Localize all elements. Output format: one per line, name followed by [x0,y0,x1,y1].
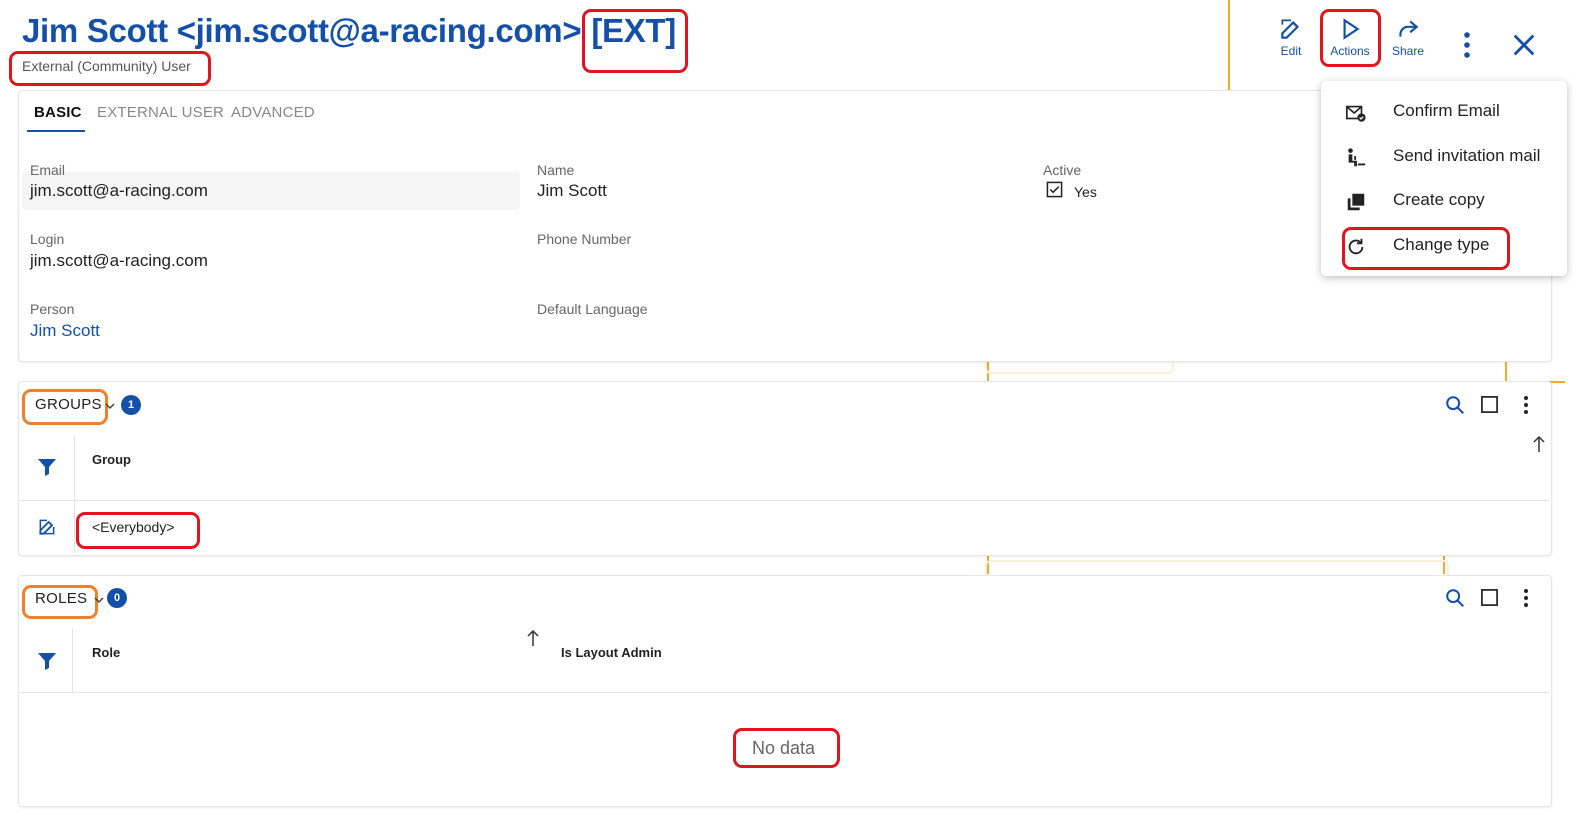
decor-line [1228,0,1230,90]
highlight-no-data [733,728,840,768]
login-value: jim.scott@a-racing.com [30,251,208,270]
search-icon [1446,396,1464,414]
confirm-email-icon [1345,102,1367,124]
language-label: Default Language [537,301,648,317]
roles-count-badge: 0 [107,588,127,608]
share-icon [1399,20,1419,37]
name-value: Jim Scott [537,181,607,200]
highlight-roles [22,585,98,619]
copy-icon [1345,191,1367,213]
close-icon [1513,34,1535,56]
email-value: jim.scott@a-racing.com [30,181,208,200]
menu-item-confirm-email[interactable]: Confirm Email [1321,90,1567,134]
highlight-change-type [1342,227,1510,270]
more-vert-icon [1464,32,1470,58]
edit-icon [1281,19,1300,39]
more-options-button[interactable] [1455,30,1479,65]
roles-more-button[interactable] [1516,587,1536,614]
filter-icon [38,653,56,670]
chevron-down-icon [105,403,115,410]
menu-item-send-invitation[interactable]: Send invitation mail [1321,135,1567,179]
phone-label: Phone Number [537,231,632,247]
menu-item-label: Send invitation mail [1393,146,1541,165]
highlight-actions [1320,9,1381,67]
chevron-down-icon [94,597,104,604]
active-tab-indicator [27,130,85,132]
more-vert-icon [1524,396,1528,414]
roles-select-button[interactable] [1480,588,1499,612]
person-label: Person [30,301,75,317]
email-label: Email [30,162,66,178]
layout-admin-column-header[interactable]: Is Layout Admin [561,645,662,660]
highlight-everybody [76,512,200,549]
role-column-header[interactable]: Role [92,645,120,660]
groups-more-button[interactable] [1516,394,1536,421]
page-title: Jim Scott <jim.scott@a-racing.com> [EXT] [22,12,676,50]
sort-arrow-icon[interactable] [526,629,540,652]
menu-item-create-copy[interactable]: Create copy [1321,179,1567,223]
edit-button[interactable]: Edit [1265,16,1317,58]
checkbox-checked-icon [1046,181,1063,198]
menu-item-label: Create copy [1393,190,1485,209]
active-value: Yes [1074,184,1097,200]
more-vert-icon [1524,589,1528,607]
table-row[interactable] [19,501,1550,553]
roles-filter-button[interactable] [37,651,57,676]
active-checkbox[interactable] [1046,181,1063,203]
page-title-text: Jim Scott <jim.scott@a-racing.com> [22,12,582,49]
group-column-header[interactable]: Group [92,452,131,467]
groups-count-badge: 1 [121,395,141,415]
edit-label: Edit [1280,44,1302,58]
highlight-subtitle [9,51,211,86]
highlight-ext [582,9,688,73]
name-label: Name [537,162,575,178]
share-label: Share [1391,44,1425,58]
groups-select-button[interactable] [1480,395,1499,419]
share-button[interactable]: Share [1382,16,1434,58]
edit-icon [39,519,55,535]
tab-basic[interactable]: BASIC [34,104,82,121]
search-icon [1446,589,1464,607]
square-icon [1481,396,1498,413]
square-icon [1481,589,1498,606]
highlight-groups [22,389,108,425]
roles-expand-chevron[interactable] [93,593,105,611]
column-separator [72,629,73,692]
roles-card [18,575,1552,807]
groups-filter-button[interactable] [37,457,57,482]
row-separator [19,692,1550,693]
roles-search-button[interactable] [1444,587,1466,614]
filter-icon [38,459,56,476]
login-label: Login [30,231,65,247]
menu-item-label: Confirm Email [1393,101,1500,120]
tab-external-user[interactable]: EXTERNAL USER [97,104,224,121]
active-label: Active [1043,162,1082,178]
groups-search-button[interactable] [1444,394,1466,421]
person-link[interactable]: Jim Scott [30,321,100,341]
send-invitation-icon [1345,147,1367,169]
row-edit-button[interactable] [37,517,57,542]
groups-expand-chevron[interactable] [104,399,116,417]
tab-advanced[interactable]: ADVANCED [231,104,315,121]
sort-arrow-icon[interactable] [1532,435,1546,458]
close-button[interactable] [1510,31,1538,64]
